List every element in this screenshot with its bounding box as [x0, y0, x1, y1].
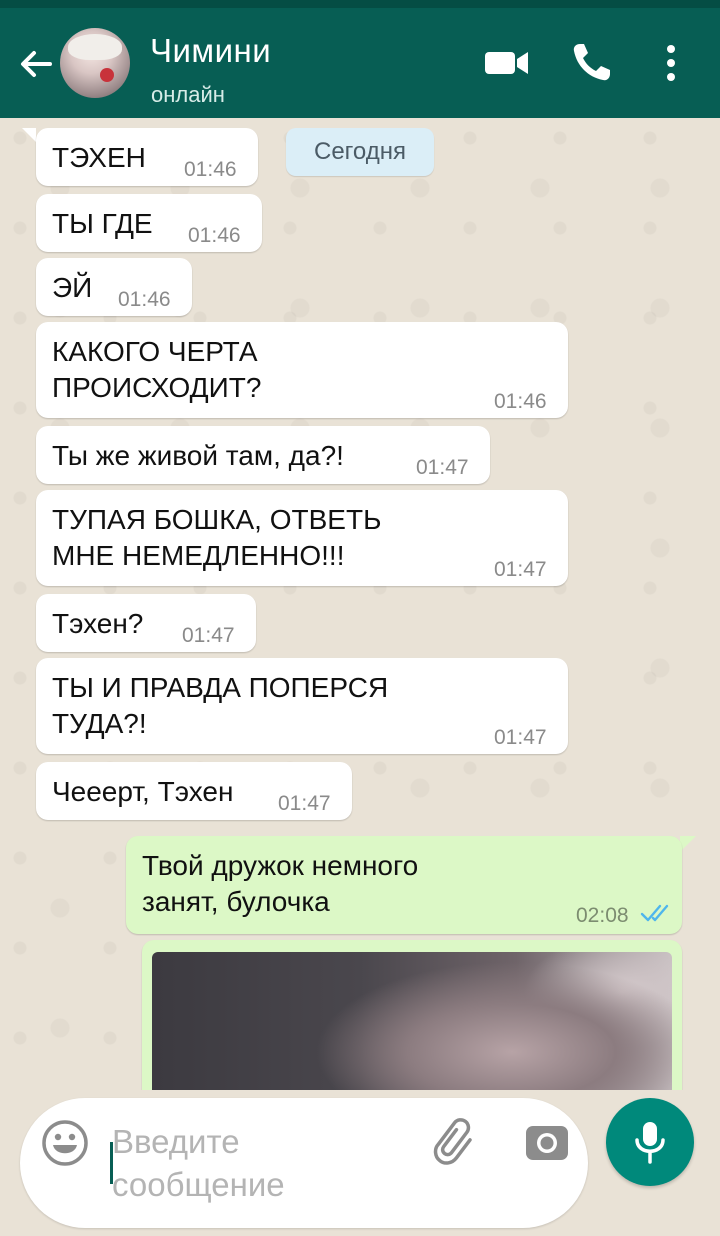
- message-photo[interactable]: [152, 952, 672, 1090]
- message-time: 02:08: [576, 904, 629, 927]
- more-vertical-icon[interactable]: [646, 38, 696, 88]
- message-text: ЭЙ: [52, 272, 93, 303]
- bubble-tail: [680, 836, 696, 852]
- message-text: ТЫ ГДЕ: [52, 208, 153, 239]
- message-text: Чееерт, Тэхен: [52, 776, 234, 807]
- image-message[interactable]: [142, 940, 682, 1090]
- message-time: 01:47: [182, 624, 235, 647]
- message-composer[interactable]: Введите сообщение: [20, 1098, 588, 1228]
- date-chip: Сегодня: [286, 128, 434, 176]
- phone-icon[interactable]: [566, 38, 616, 88]
- message-time: 01:47: [494, 726, 547, 749]
- message-time: 01:46: [118, 288, 171, 311]
- message-time: 01:46: [494, 390, 547, 413]
- message-incoming[interactable]: Тэхен? 01:47: [36, 594, 256, 652]
- message-incoming[interactable]: ЭЙ 01:46: [36, 258, 192, 316]
- microphone-button[interactable]: [606, 1098, 694, 1186]
- avatar[interactable]: [60, 28, 130, 98]
- microphone-icon: [635, 1122, 665, 1164]
- message-incoming[interactable]: ТЫ И ПРАВДА ПОПЕРСЯ ТУДА?! 01:47: [36, 658, 568, 754]
- chat-header: Чимини онлайн: [0, 8, 720, 118]
- message-outgoing[interactable]: Твой дружок немного занят, булочка 02:08: [126, 836, 682, 934]
- message-text: ТЭХЕН: [52, 142, 146, 173]
- message-text: Твой дружок немного занят, булочка: [142, 850, 419, 917]
- message-time: 01:46: [184, 158, 237, 181]
- message-incoming[interactable]: Чееерт, Тэхен 01:47: [36, 762, 352, 820]
- attachment-icon[interactable]: [430, 1116, 480, 1166]
- emoji-icon[interactable]: [40, 1118, 90, 1168]
- message-time: 01:47: [278, 792, 331, 815]
- message-incoming[interactable]: ТУПАЯ БОШКА, ОТВЕТЬ МНЕ НЕМЕДЛЕННО!!! 01…: [36, 490, 568, 586]
- message-incoming[interactable]: КАКОГО ЧЕРТА ПРОИСХОДИТ? 01:46: [36, 322, 568, 418]
- back-arrow-icon[interactable]: [14, 42, 58, 86]
- message-time: 01:47: [416, 456, 469, 479]
- contact-status: онлайн: [151, 82, 225, 107]
- message-text: Тэхен?: [52, 608, 144, 639]
- bubble-tail: [22, 128, 36, 142]
- message-input[interactable]: Введите сообщение: [112, 1120, 412, 1206]
- message-text: ТЫ И ПРАВДА ПОПЕРСЯ ТУДА?!: [52, 672, 389, 739]
- chat-area[interactable]: ТЭХЕН 01:46 Сегодня ТЫ ГДЕ 01:46 ЭЙ 01:4…: [0, 118, 720, 1090]
- message-time: 01:47: [494, 558, 547, 581]
- message-text: ТУПАЯ БОШКА, ОТВЕТЬ МНЕ НЕМЕДЛЕННО!!!: [52, 504, 382, 571]
- message-text: КАКОГО ЧЕРТА ПРОИСХОДИТ?: [52, 336, 262, 403]
- camera-icon[interactable]: [522, 1116, 572, 1166]
- status-bar: [0, 0, 720, 8]
- message-time: 01:46: [188, 224, 241, 247]
- message-incoming[interactable]: ТЭХЕН 01:46: [36, 128, 258, 186]
- read-receipt-icon: [640, 902, 674, 924]
- video-call-icon[interactable]: [482, 38, 532, 88]
- message-incoming[interactable]: ТЫ ГДЕ 01:46: [36, 194, 262, 252]
- message-text: Ты же живой там, да?!: [52, 440, 344, 471]
- message-incoming[interactable]: Ты же живой там, да?! 01:47: [36, 426, 490, 484]
- contact-name[interactable]: Чимини: [150, 32, 271, 70]
